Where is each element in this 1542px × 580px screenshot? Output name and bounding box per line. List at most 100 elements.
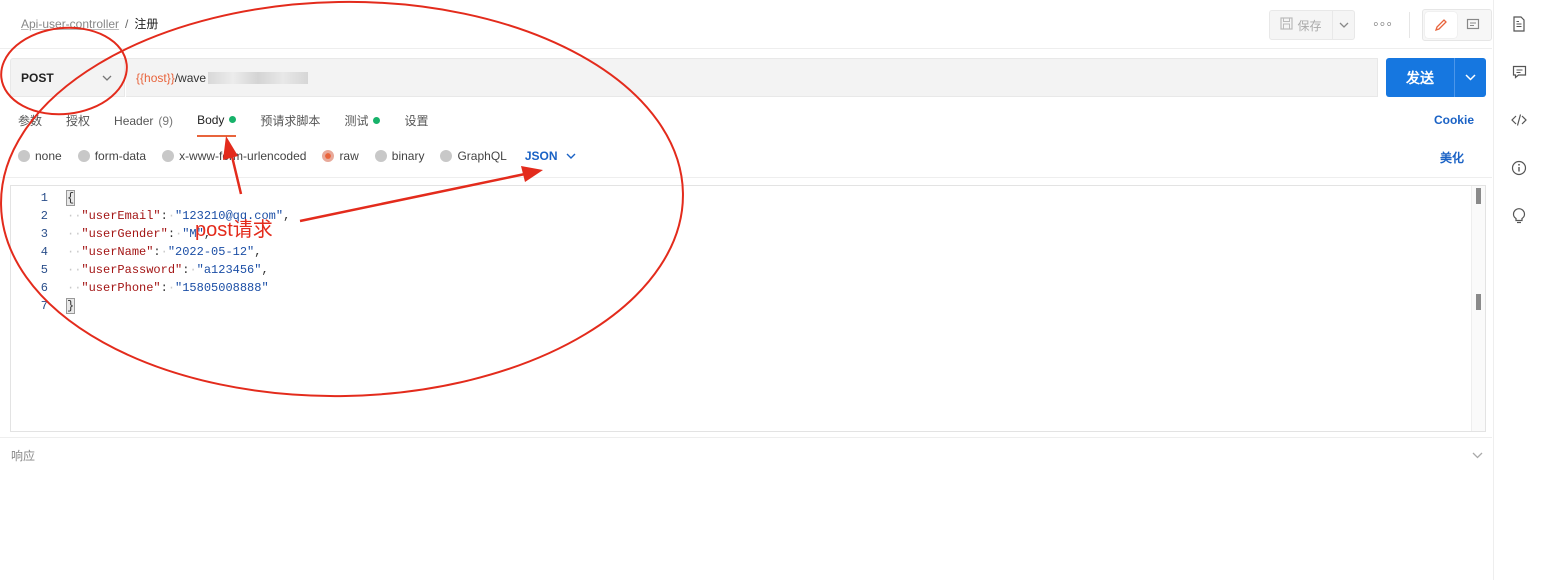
code-line: ··"userPassword":·"a123456",	[67, 263, 269, 277]
tab-settings[interactable]: 设置	[404, 112, 428, 137]
annotation-label: post请求	[195, 219, 273, 241]
bulb-icon[interactable]	[1510, 206, 1528, 224]
json-key: "userName"	[81, 245, 154, 259]
chevron-down-icon	[102, 75, 112, 81]
radio-binary[interactable]: binary	[374, 149, 425, 163]
editor-scrollbar[interactable]	[1471, 186, 1485, 431]
body-type-selector: none form-data x-www-form-urlencoded raw…	[18, 149, 576, 163]
more-options-button[interactable]: ◦◦◦	[1373, 16, 1393, 34]
json-key: "userGender"	[81, 227, 168, 241]
send-button[interactable]: 发送	[1386, 68, 1454, 88]
radio-x-www-form-urlencoded[interactable]: x-www-form-urlencoded	[162, 149, 306, 163]
right-sidebar	[1493, 0, 1542, 580]
tab-label: Header	[114, 113, 154, 128]
tab-header[interactable]: Header (9)	[114, 112, 173, 137]
body-divider	[0, 177, 1492, 178]
line-number: 4	[40, 245, 48, 259]
raw-format-select[interactable]: JSON	[525, 149, 576, 163]
tab-label: 设置	[404, 114, 429, 128]
toolbar-divider	[1409, 12, 1410, 38]
scroll-marker	[1476, 294, 1481, 310]
top-actions: 保存 ◦◦◦	[1269, 9, 1492, 41]
cookie-link[interactable]: Cookie	[1434, 113, 1474, 127]
pencil-icon	[1434, 19, 1447, 32]
line-number: 3	[40, 227, 48, 241]
json-comma: ,	[254, 245, 262, 259]
line-number: 7	[40, 299, 48, 313]
doc-mode-button[interactable]	[1457, 12, 1489, 38]
radio-label: raw	[339, 149, 359, 163]
line-number: 1	[40, 191, 48, 205]
tab-label: 测试	[344, 114, 369, 128]
url-host-variable: {{host}}	[136, 70, 175, 85]
radio-label: binary	[391, 149, 425, 163]
tab-auth[interactable]: 授权	[66, 112, 90, 137]
radio-circle	[162, 150, 175, 162]
tab-count: (9)	[158, 113, 174, 128]
tab-label: 预请求脚本	[260, 114, 321, 128]
comment-icon[interactable]	[1510, 63, 1528, 81]
radio-circle	[374, 150, 387, 162]
method-select[interactable]: POST	[10, 58, 125, 97]
request-tabs: 参数 授权 Header (9) Body 预请求脚本 测试 设置	[18, 112, 452, 137]
response-toggle[interactable]	[1472, 447, 1483, 462]
radio-label: form-data	[94, 149, 147, 163]
code-icon[interactable]	[1510, 111, 1528, 129]
code-line: }	[65, 297, 290, 315]
json-key: "userEmail"	[81, 209, 161, 223]
tab-pre-request-script[interactable]: 预请求脚本	[260, 112, 320, 137]
chevron-down-icon	[566, 153, 576, 159]
breadcrumb-parent[interactable]: Api-user-controller	[21, 17, 119, 31]
info-icon[interactable]	[1510, 159, 1528, 177]
json-brace-close: }	[65, 298, 76, 314]
tab-tests[interactable]: 测试	[344, 112, 381, 137]
response-section-title[interactable]: 响应	[11, 447, 35, 464]
breadcrumb-separator: /	[125, 16, 129, 31]
tab-label: 参数	[18, 114, 43, 128]
radio-form-data[interactable]: form-data	[77, 149, 147, 163]
scroll-marker	[1476, 188, 1481, 204]
header-divider	[0, 48, 1492, 49]
document-icon[interactable]	[1510, 15, 1528, 33]
chevron-down-icon	[1472, 452, 1483, 459]
json-comma: ,	[283, 209, 291, 223]
radio-circle-selected	[322, 150, 335, 162]
code-line: {	[65, 189, 290, 207]
radio-label: x-www-form-urlencoded	[179, 149, 307, 163]
url-input[interactable]: {{host}} /wave	[126, 58, 1378, 97]
chevron-down-icon	[1465, 74, 1476, 81]
save-dropdown-button[interactable]	[1333, 10, 1355, 40]
radio-circle	[77, 150, 90, 162]
save-button[interactable]: 保存	[1269, 10, 1333, 40]
radio-graphql[interactable]: GraphQL	[440, 149, 507, 163]
code-content: { ··"userEmail":·"123210@qq.com", ··"use…	[65, 189, 291, 315]
tab-body[interactable]: Body	[197, 112, 237, 137]
json-value: "15805008888"	[175, 281, 269, 295]
tab-params[interactable]: 参数	[18, 112, 42, 137]
json-key: "userPhone"	[81, 281, 161, 295]
json-key: "userPassword"	[81, 263, 183, 277]
radio-circle	[18, 150, 30, 162]
radio-circle	[440, 150, 453, 162]
breadcrumb: Api-user-controller / 注册	[21, 15, 158, 32]
json-brace-open: {	[65, 190, 76, 206]
beautify-button[interactable]: 美化	[1440, 149, 1464, 166]
radio-raw[interactable]: raw	[322, 149, 359, 163]
send-button-group: 发送	[1386, 58, 1486, 97]
chevron-down-icon	[1339, 22, 1348, 28]
json-value: "a123456"	[196, 263, 262, 277]
json-value: "2022-05-12"	[167, 245, 255, 259]
radio-label: GraphQL	[457, 149, 507, 163]
line-number: 2	[40, 209, 48, 223]
response-divider	[0, 437, 1492, 438]
edit-mode-button[interactable]	[1425, 12, 1457, 38]
raw-format-label: JSON	[524, 149, 558, 163]
save-label: 保存	[1297, 18, 1322, 33]
line-number: 5	[40, 263, 48, 277]
send-dropdown-button[interactable]	[1455, 74, 1486, 81]
mode-toggle	[1422, 9, 1492, 41]
url-path: /wave	[174, 70, 207, 85]
save-icon	[1280, 17, 1294, 33]
radio-none[interactable]: none	[18, 149, 62, 163]
line-number: 6	[40, 281, 48, 295]
